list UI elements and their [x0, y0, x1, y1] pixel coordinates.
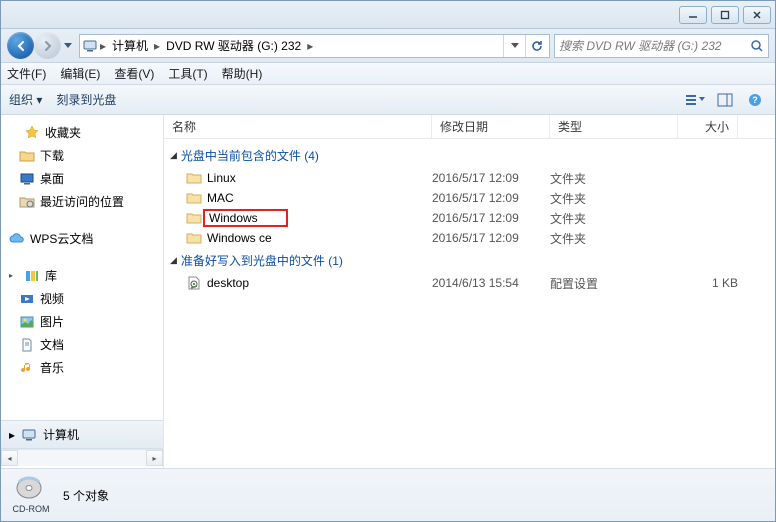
desktop-icon — [19, 171, 35, 187]
file-name: MAC — [207, 191, 234, 205]
sidebar-favorites[interactable]: 收藏夹 — [1, 121, 163, 144]
file-date: 2016/5/17 12:09 — [432, 211, 550, 225]
breadcrumb-computer[interactable]: 计算机 — [108, 35, 152, 57]
file-date: 2016/5/17 12:09 — [432, 191, 550, 205]
status-bar: CD-ROM 5 个对象 — [1, 468, 775, 521]
section-header[interactable]: ◢光盘中当前包含的文件 (4) — [164, 143, 775, 168]
folder-icon — [186, 210, 202, 226]
file-date: 2016/5/17 12:09 — [432, 171, 550, 185]
breadcrumb-separator[interactable]: ▸ — [152, 39, 162, 53]
search-input[interactable]: 搜索 DVD RW 驱动器 (G:) 232 — [554, 34, 769, 58]
folder-icon — [186, 170, 202, 186]
refresh-button[interactable] — [525, 35, 547, 57]
col-type[interactable]: 类型 — [550, 115, 678, 138]
sidebar-computer[interactable]: ▸计算机 — [1, 420, 163, 449]
folder-icon — [186, 230, 202, 246]
libraries-icon — [24, 268, 40, 284]
file-name: Windows — [203, 209, 288, 227]
forward-button[interactable] — [34, 32, 61, 59]
maximize-button[interactable] — [711, 6, 739, 24]
search-placeholder: 搜索 DVD RW 驱动器 (G:) 232 — [559, 37, 721, 54]
sidebar-item-music[interactable]: 音乐 — [1, 356, 163, 379]
address-box[interactable]: ▸ 计算机 ▸ DVD RW 驱动器 (G:) 232 ▸ — [79, 34, 550, 58]
breadcrumb-drive[interactable]: DVD RW 驱动器 (G:) 232 — [162, 35, 305, 57]
breadcrumb-separator[interactable]: ▸ — [305, 39, 315, 53]
titlebar — [1, 1, 775, 29]
menu-file[interactable]: 文件(F) — [7, 65, 46, 82]
file-list: ◢光盘中当前包含的文件 (4)Linux2016/5/17 12:09文件夹MA… — [164, 139, 775, 468]
sidebar-libraries[interactable]: ▸库 — [1, 264, 163, 287]
file-type: 文件夹 — [550, 230, 678, 247]
sidebar-item-documents[interactable]: 文档 — [1, 333, 163, 356]
file-type: 配置设置 — [550, 275, 678, 292]
breadcrumb-separator[interactable]: ▸ — [98, 39, 108, 53]
col-size[interactable]: 大小 — [678, 115, 738, 138]
document-icon — [19, 337, 35, 353]
menu-view[interactable]: 查看(V) — [114, 65, 154, 82]
col-name[interactable]: 名称 — [164, 115, 432, 138]
search-icon — [750, 39, 764, 53]
file-list-pane: 名称 修改日期 类型 大小 ◢光盘中当前包含的文件 (4) Linux 2016/5… — [164, 115, 775, 468]
video-icon — [19, 291, 35, 307]
preview-pane-button[interactable] — [713, 89, 737, 111]
help-button[interactable]: ? — [743, 89, 767, 111]
section-header[interactable]: ◢准备好写入到光盘中的文件 (1) — [164, 248, 775, 273]
view-options-button[interactable] — [683, 89, 707, 111]
menu-tools[interactable]: 工具(T) — [168, 65, 207, 82]
col-date[interactable]: 修改日期 — [432, 115, 550, 138]
computer-icon — [21, 427, 37, 443]
star-icon — [24, 125, 40, 141]
address-dropdown[interactable] — [503, 35, 525, 57]
menu-help[interactable]: 帮助(H) — [222, 65, 263, 82]
svg-text:?: ? — [752, 95, 758, 105]
file-date: 2016/5/17 12:09 — [432, 231, 550, 245]
file-size: 1 KB — [678, 276, 738, 290]
recent-icon — [19, 194, 35, 210]
drive-icon: CD-ROM — [11, 476, 51, 514]
music-icon — [19, 360, 35, 376]
organize-button[interactable]: 组织 ▾ — [9, 91, 42, 108]
nav-history-dropdown[interactable] — [61, 36, 75, 56]
toolbar: 组织 ▾ 刻录到光盘 ? — [1, 85, 775, 115]
file-date: 2014/6/13 15:54 — [432, 276, 550, 290]
burn-button[interactable]: 刻录到光盘 — [56, 91, 116, 108]
file-name: Linux — [207, 171, 236, 185]
sidebar-item-videos[interactable]: 视频 — [1, 287, 163, 310]
folder-icon — [186, 190, 202, 206]
file-name: Windows ce — [207, 231, 272, 245]
close-button[interactable] — [743, 6, 771, 24]
sidebar: 收藏夹 下载 桌面 最近访问的位置 WPS云文档 ▸库 视频 图片 文档 音乐 … — [1, 115, 164, 468]
sidebar-item-desktop[interactable]: 桌面 — [1, 167, 163, 190]
file-type: 文件夹 — [550, 190, 678, 207]
back-button[interactable] — [7, 32, 34, 59]
list-item[interactable]: Windows ce 2016/5/17 12:09文件夹 — [164, 228, 775, 248]
sidebar-item-pictures[interactable]: 图片 — [1, 310, 163, 333]
list-item[interactable]: desktop 2014/6/13 15:54配置设置1 KB — [164, 273, 775, 293]
address-bar: ▸ 计算机 ▸ DVD RW 驱动器 (G:) 232 ▸ 搜索 DVD RW … — [1, 29, 775, 63]
menu-bar: 文件(F) 编辑(E) 查看(V) 工具(T) 帮助(H) — [1, 63, 775, 85]
list-item[interactable]: MAC 2016/5/17 12:09文件夹 — [164, 188, 775, 208]
cloud-icon — [9, 231, 25, 247]
object-count: 5 个对象 — [63, 487, 109, 504]
list-item[interactable]: Windows 2016/5/17 12:09文件夹 — [164, 208, 775, 228]
folder-icon — [19, 148, 35, 164]
config-file-icon — [186, 275, 202, 291]
picture-icon — [19, 314, 35, 330]
computer-icon — [82, 38, 98, 54]
file-name: desktop — [207, 276, 249, 290]
list-item[interactable]: Linux 2016/5/17 12:09文件夹 — [164, 168, 775, 188]
sidebar-wps[interactable]: WPS云文档 — [1, 227, 163, 250]
sidebar-item-downloads[interactable]: 下载 — [1, 144, 163, 167]
file-type: 文件夹 — [550, 170, 678, 187]
sidebar-item-recent[interactable]: 最近访问的位置 — [1, 190, 163, 213]
menu-edit[interactable]: 编辑(E) — [60, 65, 100, 82]
column-header: 名称 修改日期 类型 大小 — [164, 115, 775, 139]
sidebar-hscroll[interactable]: ◂▸ — [1, 449, 163, 466]
minimize-button[interactable] — [679, 6, 707, 24]
file-type: 文件夹 — [550, 210, 678, 227]
